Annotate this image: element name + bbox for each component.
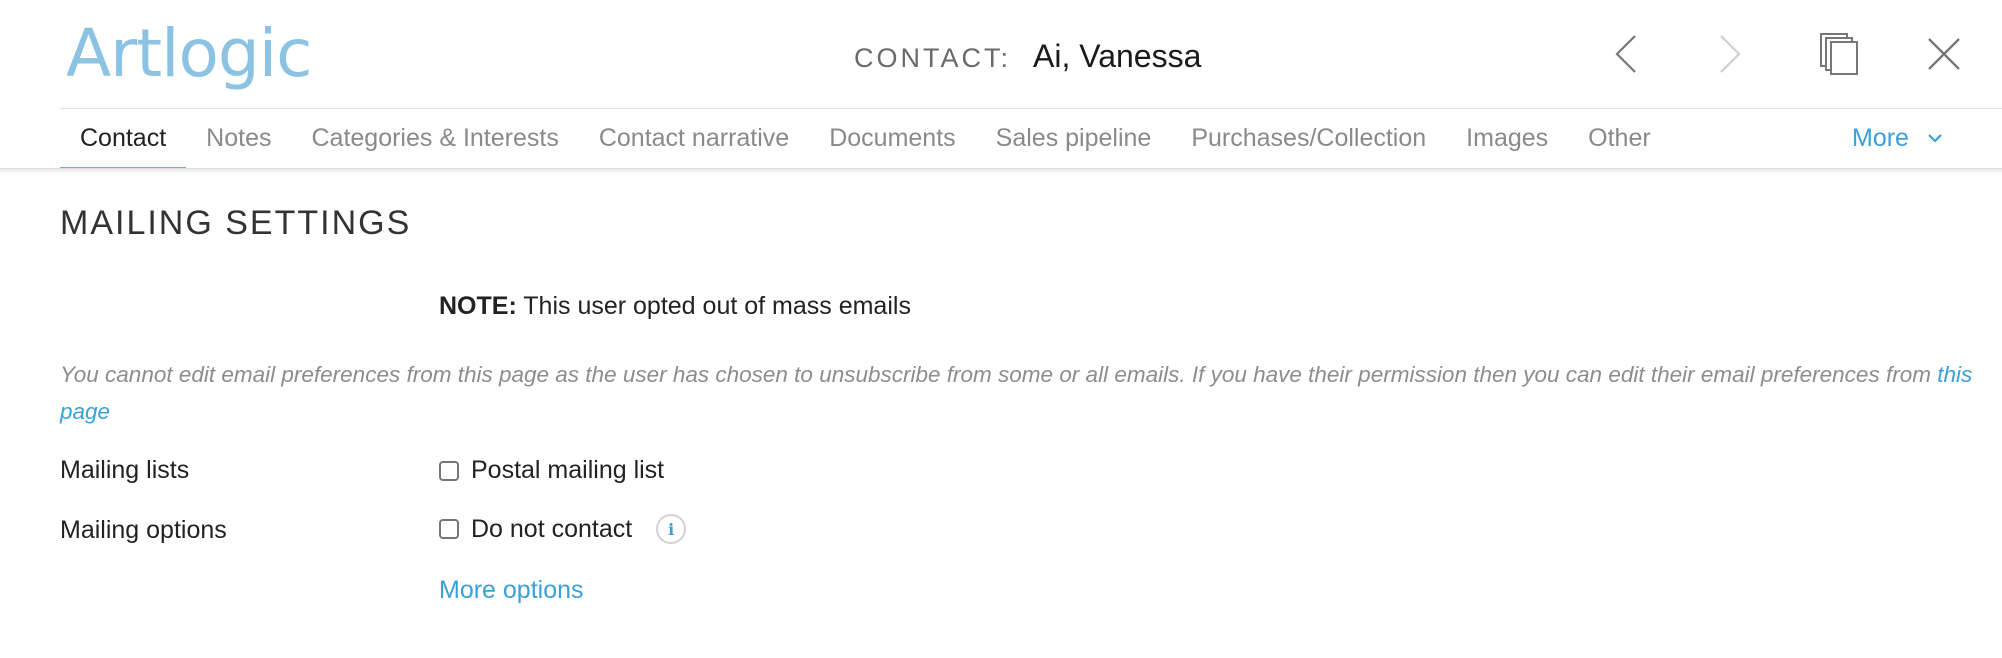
tab-other[interactable]: Other xyxy=(1568,108,1671,168)
unsubscribe-explanation: You cannot edit email preferences from t… xyxy=(60,356,1980,430)
info-icon[interactable]: i xyxy=(656,514,687,544)
more-tabs-dropdown[interactable]: More xyxy=(1852,108,1943,168)
tab-contact-narrative[interactable]: Contact narrative xyxy=(579,108,809,168)
postal-mailing-list-checkbox[interactable] xyxy=(439,460,459,481)
artlogic-logo[interactable]: Artlogic xyxy=(66,15,312,92)
section-title: MAILING SETTINGS xyxy=(60,204,412,242)
note-text: This user opted out of mass emails xyxy=(516,292,911,320)
tab-categories-interests[interactable]: Categories & Interests xyxy=(291,108,578,168)
chevron-left-icon[interactable] xyxy=(1598,26,1654,82)
more-tab-label: More xyxy=(1852,123,1909,152)
do-not-contact-label[interactable]: Do not contact xyxy=(471,515,632,544)
contact-title: CONTACT: Ai, Vanessa xyxy=(854,38,1201,75)
mailing-options-label: Mailing options xyxy=(60,516,227,544)
do-not-contact-option: Do not contact i xyxy=(439,514,687,544)
tab-purchases-collection[interactable]: Purchases/Collection xyxy=(1171,108,1446,168)
do-not-contact-checkbox[interactable] xyxy=(439,519,459,539)
explanation-text: You cannot edit email preferences from t… xyxy=(60,362,1938,387)
tab-documents[interactable]: Documents xyxy=(809,108,975,168)
tab-contact[interactable]: Contact xyxy=(60,108,187,169)
contact-label: CONTACT: xyxy=(854,43,1011,73)
opt-out-note: NOTE: This user opted out of mass emails xyxy=(439,292,911,321)
postal-mailing-list-option: Postal mailing list xyxy=(439,456,664,485)
logo-text: Artlogic xyxy=(66,15,312,92)
chevron-right-icon[interactable] xyxy=(1702,26,1758,82)
duplicate-icon[interactable] xyxy=(1812,26,1868,82)
tab-images[interactable]: Images xyxy=(1446,108,1568,168)
more-options-link[interactable]: More options xyxy=(439,576,584,605)
tab-sales-pipeline[interactable]: Sales pipeline xyxy=(976,108,1172,168)
postal-mailing-list-label[interactable]: Postal mailing list xyxy=(471,456,664,485)
tab-notes[interactable]: Notes xyxy=(186,108,291,168)
note-label: NOTE: xyxy=(439,292,517,320)
close-icon[interactable] xyxy=(1916,26,1972,82)
mailing-lists-label: Mailing lists xyxy=(60,456,190,484)
contact-name: Ai, Vanessa xyxy=(1033,38,1202,74)
chevron-down-icon xyxy=(1927,133,1943,143)
tabbar-divider xyxy=(0,168,2002,169)
header: Artlogic CONTACT: Ai, Vanessa xyxy=(0,0,2002,108)
tab-bar: Contact Notes Categories & Interests Con… xyxy=(60,108,1671,169)
